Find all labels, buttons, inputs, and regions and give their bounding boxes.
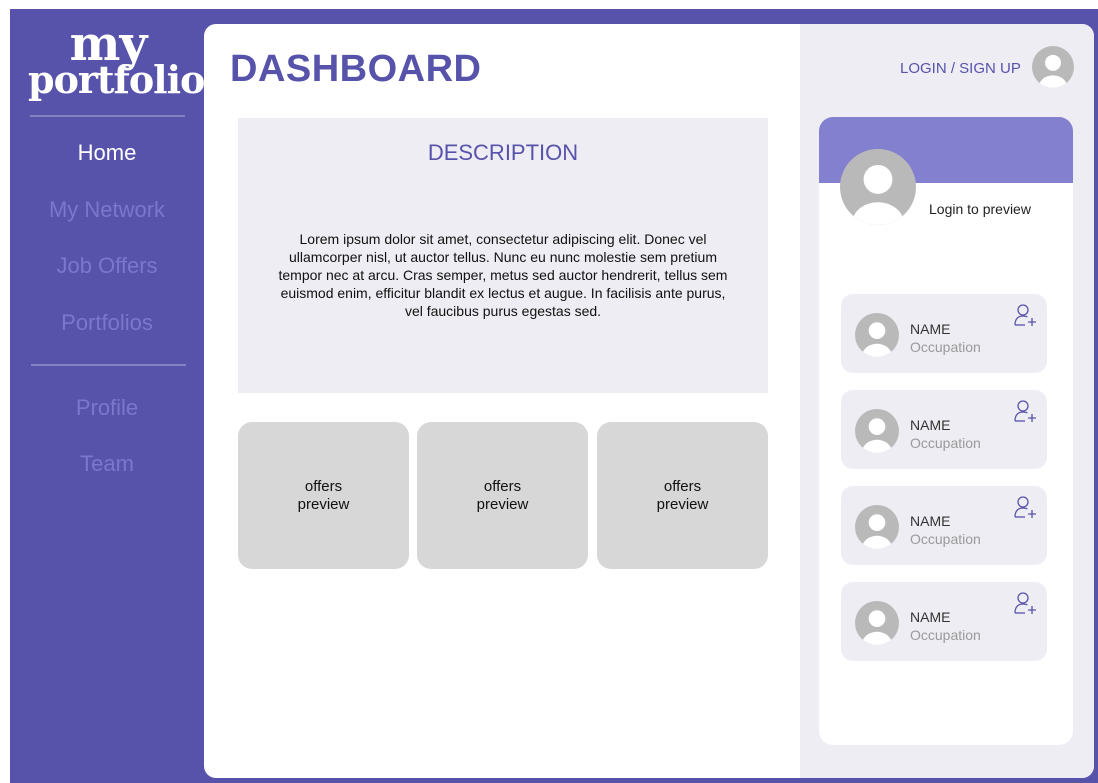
- person-name: NAME: [910, 417, 951, 433]
- sidebar-item-portfolios[interactable]: Portfolios: [10, 310, 204, 336]
- sidebar-item-job-offers[interactable]: Job Offers: [10, 253, 204, 279]
- add-user-icon[interactable]: [1013, 302, 1037, 328]
- offer-card[interactable]: offers preview: [597, 422, 768, 569]
- person-occupation: Occupation: [910, 339, 981, 355]
- sidebar: my portfolio Home My Network Job Offers …: [10, 9, 205, 783]
- description-text: Lorem ipsum dolor sit amet, consectetur …: [278, 231, 728, 319]
- logo-line2: portfolio: [28, 57, 205, 103]
- add-user-icon[interactable]: [1013, 590, 1037, 616]
- avatar: [855, 409, 899, 453]
- person-occupation: Occupation: [910, 627, 981, 643]
- right-panel: LOGIN / SIGN UP Login to preview NAME Oc…: [800, 24, 1094, 778]
- avatar: [855, 313, 899, 357]
- login-to-preview-text: Login to preview: [929, 201, 1031, 217]
- sidebar-divider: [31, 364, 186, 366]
- logo[interactable]: my portfolio: [28, 20, 205, 103]
- person-occupation: Occupation: [910, 531, 981, 547]
- offer-card-label: offers preview: [297, 477, 350, 513]
- profile-card: Login to preview NAME Occupation NAME Oc…: [819, 117, 1073, 745]
- description-title: DESCRIPTION: [427, 140, 579, 165]
- description-panel: DESCRIPTION Lorem ipsum dolor sit amet, …: [238, 118, 768, 393]
- app-frame: my portfolio Home My Network Job Offers …: [10, 9, 1098, 783]
- user-silhouette-icon: [862, 610, 892, 645]
- sidebar-item-profile[interactable]: Profile: [10, 395, 204, 421]
- add-user-icon[interactable]: [1013, 398, 1037, 424]
- add-user-icon[interactable]: [1013, 494, 1037, 520]
- offer-card[interactable]: offers preview: [417, 422, 588, 569]
- list-item: NAME Occupation: [841, 486, 1047, 565]
- list-item: NAME Occupation: [841, 294, 1047, 373]
- person-name: NAME: [910, 321, 951, 337]
- list-item: NAME Occupation: [841, 390, 1047, 469]
- main-card: DASHBOARD DESCRIPTION Lorem ipsum dolor …: [204, 24, 1094, 778]
- user-silhouette-icon: [1038, 54, 1068, 88]
- sidebar-item-team[interactable]: Team: [10, 451, 204, 477]
- sidebar-item-my-network[interactable]: My Network: [10, 197, 204, 223]
- login-signup-link[interactable]: LOGIN / SIGN UP: [900, 60, 1021, 77]
- avatar: [855, 601, 899, 645]
- avatar: [855, 505, 899, 549]
- person-occupation: Occupation: [910, 435, 981, 451]
- person-name: NAME: [910, 609, 951, 625]
- user-silhouette-icon: [862, 322, 892, 357]
- user-avatar[interactable]: [1032, 46, 1074, 88]
- sidebar-divider: [30, 115, 185, 117]
- avatar: [840, 149, 916, 225]
- sidebar-item-home[interactable]: Home: [10, 140, 204, 166]
- user-silhouette-icon: [862, 418, 892, 453]
- list-item: NAME Occupation: [841, 582, 1047, 661]
- user-silhouette-icon: [862, 514, 892, 549]
- page-title: DASHBOARD: [230, 48, 482, 90]
- user-silhouette-icon: [852, 164, 904, 225]
- offer-card[interactable]: offers preview: [238, 422, 409, 569]
- person-name: NAME: [910, 513, 951, 529]
- offer-card-label: offers preview: [476, 477, 529, 513]
- offer-card-label: offers preview: [656, 477, 709, 513]
